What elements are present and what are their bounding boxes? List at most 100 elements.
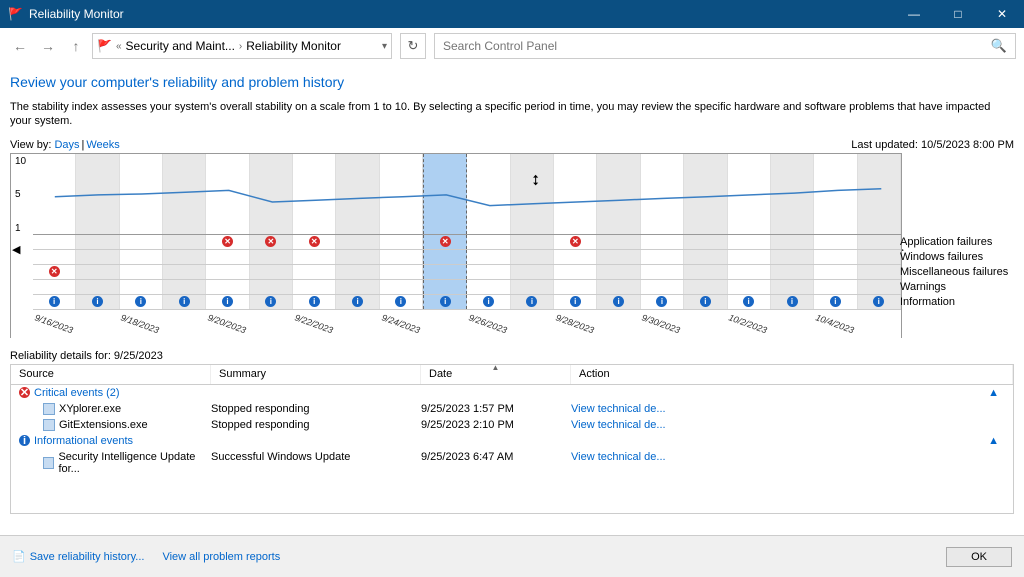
- breadcrumb-segment[interactable]: Reliability Monitor: [246, 39, 341, 53]
- event-cell[interactable]: [641, 265, 684, 279]
- save-history-link[interactable]: Save reliability history...: [30, 551, 145, 563]
- event-cell[interactable]: [511, 250, 554, 264]
- event-cell[interactable]: i: [814, 295, 857, 309]
- event-cell[interactable]: i: [33, 295, 76, 309]
- chevron-down-icon[interactable]: ▾: [382, 41, 387, 52]
- search-icon[interactable]: 🔍: [991, 38, 1007, 54]
- event-cell[interactable]: ✕: [33, 265, 76, 279]
- search-input[interactable]: [443, 39, 991, 53]
- event-cell[interactable]: [858, 280, 901, 294]
- event-cell[interactable]: i: [76, 295, 119, 309]
- view-details-link[interactable]: View technical de...: [571, 419, 666, 431]
- chart-day-column[interactable]: [120, 154, 163, 234]
- event-cell[interactable]: i: [597, 295, 640, 309]
- event-cell[interactable]: [423, 265, 467, 279]
- event-cell[interactable]: [554, 250, 597, 264]
- event-cell[interactable]: i: [163, 295, 206, 309]
- up-button[interactable]: ↑: [64, 34, 88, 58]
- chart-columns[interactable]: [33, 154, 901, 234]
- table-row[interactable]: Security Intelligence Update for... Succ…: [11, 449, 1013, 477]
- refresh-button[interactable]: ↻: [400, 33, 426, 59]
- view-details-link[interactable]: View technical de...: [571, 403, 666, 415]
- event-cell[interactable]: [467, 235, 510, 249]
- forward-button[interactable]: →: [36, 34, 60, 58]
- event-cell[interactable]: [771, 280, 814, 294]
- event-cell[interactable]: [76, 235, 119, 249]
- event-cell[interactable]: [250, 280, 293, 294]
- event-cell[interactable]: [33, 235, 76, 249]
- close-window-button[interactable]: ✕: [980, 0, 1024, 28]
- event-cell[interactable]: ✕: [206, 235, 249, 249]
- event-cell[interactable]: [293, 280, 336, 294]
- event-cell[interactable]: [76, 265, 119, 279]
- view-by-days-link[interactable]: Days: [54, 139, 79, 151]
- event-cell[interactable]: [76, 250, 119, 264]
- event-cell[interactable]: [380, 235, 423, 249]
- collapse-icon[interactable]: ▲: [988, 387, 999, 399]
- event-cell[interactable]: [336, 280, 379, 294]
- event-cell[interactable]: [814, 250, 857, 264]
- breadcrumb[interactable]: 🚩 « Security and Maint... › Reliability …: [92, 33, 392, 59]
- chart-day-column[interactable]: [250, 154, 293, 234]
- event-cell[interactable]: [554, 280, 597, 294]
- chart-day-column[interactable]: [814, 154, 857, 234]
- chart-day-column[interactable]: [380, 154, 423, 234]
- event-cell[interactable]: [163, 250, 206, 264]
- event-cell[interactable]: [511, 265, 554, 279]
- maximize-button[interactable]: □: [936, 0, 980, 28]
- event-cell[interactable]: [423, 280, 467, 294]
- event-cell[interactable]: [641, 280, 684, 294]
- event-cell[interactable]: [380, 280, 423, 294]
- chart-day-column[interactable]: [771, 154, 814, 234]
- event-cell[interactable]: [641, 250, 684, 264]
- event-cell[interactable]: ✕: [423, 235, 467, 249]
- event-cell[interactable]: [250, 250, 293, 264]
- event-cell[interactable]: ✕: [250, 235, 293, 249]
- minimize-button[interactable]: ―: [892, 0, 936, 28]
- event-cell[interactable]: i: [554, 295, 597, 309]
- event-cell[interactable]: [336, 265, 379, 279]
- back-button[interactable]: ←: [8, 34, 32, 58]
- event-cell[interactable]: [814, 235, 857, 249]
- event-cell[interactable]: [554, 265, 597, 279]
- event-cell[interactable]: [814, 265, 857, 279]
- event-cell[interactable]: i: [641, 295, 684, 309]
- event-cell[interactable]: [597, 250, 640, 264]
- event-cell[interactable]: [120, 250, 163, 264]
- chart-day-column[interactable]: [728, 154, 771, 234]
- chart-day-column[interactable]: [858, 154, 901, 234]
- event-cell[interactable]: i: [684, 295, 727, 309]
- event-cell[interactable]: [76, 280, 119, 294]
- event-cell[interactable]: [771, 235, 814, 249]
- event-cell[interactable]: [206, 250, 249, 264]
- event-cell[interactable]: [467, 250, 510, 264]
- chart-day-column[interactable]: [336, 154, 379, 234]
- event-cell[interactable]: [163, 265, 206, 279]
- breadcrumb-segment[interactable]: Security and Maint...: [126, 39, 235, 53]
- event-cell[interactable]: i: [293, 295, 336, 309]
- event-cell[interactable]: i: [250, 295, 293, 309]
- event-cell[interactable]: [293, 250, 336, 264]
- event-cell[interactable]: [163, 235, 206, 249]
- col-summary[interactable]: Summary: [211, 365, 421, 384]
- col-action[interactable]: Action: [571, 365, 1013, 384]
- event-cell[interactable]: [511, 280, 554, 294]
- event-cell[interactable]: [336, 235, 379, 249]
- event-cell[interactable]: [336, 250, 379, 264]
- event-cell[interactable]: [380, 250, 423, 264]
- chart-day-column[interactable]: [554, 154, 597, 234]
- chart-day-column[interactable]: [163, 154, 206, 234]
- event-cell[interactable]: [120, 280, 163, 294]
- event-cell[interactable]: i: [380, 295, 423, 309]
- event-cell[interactable]: ✕: [554, 235, 597, 249]
- event-cell[interactable]: [858, 235, 901, 249]
- event-cell[interactable]: [467, 280, 510, 294]
- event-cell[interactable]: [728, 265, 771, 279]
- chart-day-column[interactable]: [33, 154, 76, 234]
- event-cell[interactable]: [250, 265, 293, 279]
- event-cell[interactable]: [380, 265, 423, 279]
- ok-button[interactable]: OK: [946, 547, 1012, 567]
- view-details-link[interactable]: View technical de...: [571, 451, 666, 463]
- event-cell[interactable]: i: [771, 295, 814, 309]
- event-cell[interactable]: [293, 265, 336, 279]
